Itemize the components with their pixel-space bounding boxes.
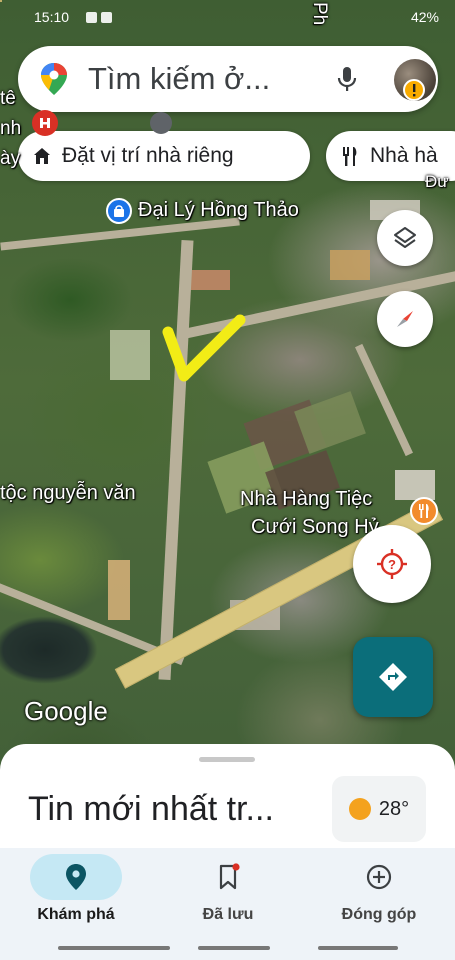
poi-label-nguyen-van[interactable]: tộc nguyễn văn	[0, 482, 136, 505]
compass-icon	[397, 311, 413, 327]
search-input[interactable]: Tìm kiếm ở...	[88, 61, 270, 97]
status-bar: 15:10 42%	[0, 0, 455, 34]
google-attribution: Google	[24, 696, 108, 726]
street-label-partial: Ph	[309, 2, 330, 26]
home-icon	[34, 148, 50, 164]
mic-icon[interactable]	[332, 64, 362, 94]
map-roof	[330, 250, 370, 280]
map-field	[108, 560, 130, 620]
news-title[interactable]: Tin mới nhất tr...	[28, 790, 274, 829]
my-location-button[interactable]: ?	[353, 525, 431, 603]
map-road	[355, 343, 413, 457]
map-roof	[190, 270, 230, 290]
shop-poi-icon[interactable]	[106, 198, 132, 224]
directions-icon	[379, 663, 407, 691]
search-bar[interactable]: Tìm kiếm ở...	[18, 46, 438, 112]
nav-explore[interactable]: Khám phá	[0, 848, 152, 948]
poi-label-nha-hang-line1[interactable]: Nhà Hàng Tiệc	[240, 488, 372, 511]
nav-contribute-label: Đóng góp	[341, 906, 417, 923]
map-label-partial: Đư	[425, 172, 449, 191]
status-time: 15:10	[34, 9, 70, 25]
account-alert-icon	[403, 79, 425, 101]
layers-icon	[394, 227, 416, 248]
sun-icon	[348, 798, 371, 820]
explore-pin-icon	[66, 864, 86, 890]
bottom-nav: Khám phá Đã lưu Đóng góp	[0, 848, 455, 960]
checkmark-annotation	[162, 314, 246, 382]
svg-text:?: ?	[388, 557, 396, 572]
map-label-partial: tê	[0, 88, 16, 109]
maps-logo-icon	[41, 63, 67, 95]
restaurant-poi-icon[interactable]	[410, 497, 438, 525]
add-circle-icon	[366, 864, 392, 890]
nav-saved-label: Đã lưu	[202, 906, 254, 923]
bookmark-icon	[219, 863, 240, 890]
map-label-partial: ày	[0, 148, 21, 169]
system-nav-bar[interactable]	[318, 946, 398, 950]
location-unknown-icon: ?	[377, 549, 407, 579]
hospital-poi-icon[interactable]	[32, 110, 58, 136]
map-roof	[395, 470, 435, 500]
compass-button[interactable]	[377, 291, 433, 347]
poi-label-dai-ly[interactable]: Đại Lý Hồng Thảo	[138, 199, 299, 222]
restaurant-icon	[343, 147, 357, 166]
chip-restaurants-label: Nhà hà	[370, 144, 438, 167]
weather-temp: 28°	[378, 797, 410, 820]
nav-contribute[interactable]: Đóng góp	[303, 848, 455, 948]
chip-set-home-label: Đặt vị trí nhà riêng	[62, 144, 234, 167]
map-field	[110, 330, 150, 380]
system-nav-bar[interactable]	[58, 946, 170, 950]
weather-chip[interactable]: 28°	[332, 776, 426, 842]
system-nav-bar[interactable]	[198, 946, 270, 950]
school-poi-icon[interactable]	[150, 112, 172, 134]
nav-saved[interactable]: Đã lưu	[152, 848, 304, 948]
poi-label-nha-hang-line2[interactable]: Cưới Song Hỷ	[251, 516, 379, 539]
nav-explore-label: Khám phá	[37, 906, 115, 923]
directions-button[interactable]	[353, 637, 433, 717]
sheet-drag-handle[interactable]	[199, 757, 255, 762]
layers-button[interactable]	[377, 210, 433, 266]
map-label-partial: nh	[0, 118, 22, 139]
map-road	[158, 239, 194, 681]
battery-level: 42%	[410, 9, 439, 25]
chip-set-home[interactable]: Đặt vị trí nhà riêng	[18, 131, 310, 181]
notification-icons	[86, 10, 126, 23]
